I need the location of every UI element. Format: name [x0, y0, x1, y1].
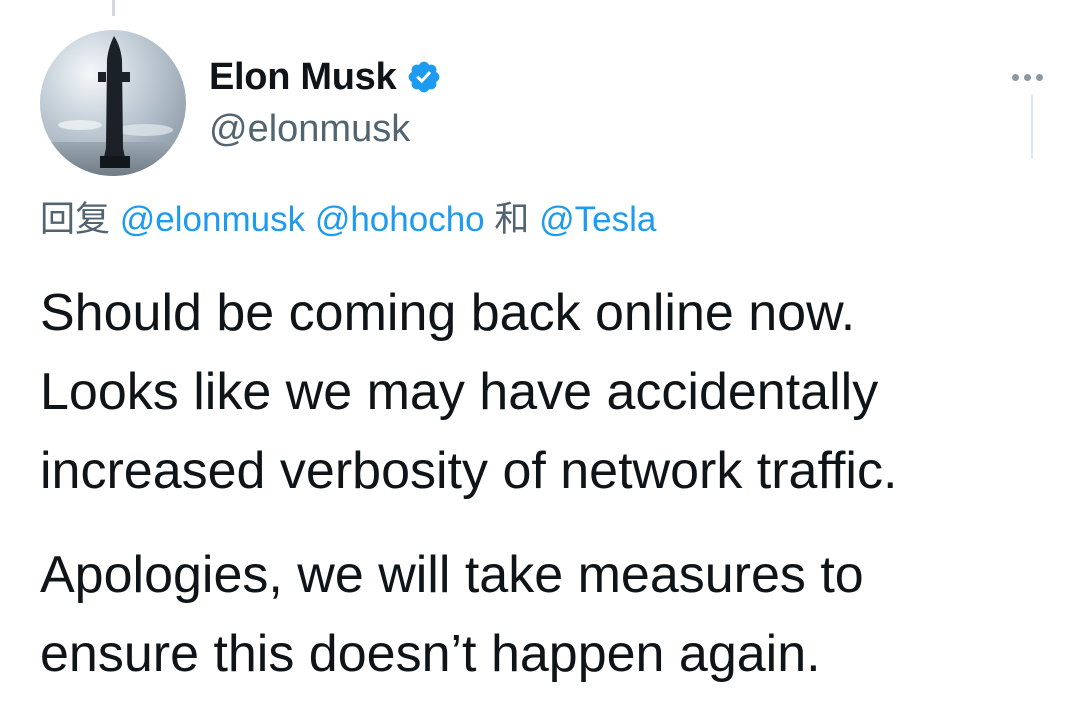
mention-link[interactable]: @Tesla [539, 200, 656, 239]
divider [1031, 95, 1033, 159]
author-display-name[interactable]: Elon Musk [209, 54, 397, 100]
tweet-text: Should be coming back online now. Looks … [40, 274, 1060, 694]
reply-prefix: 回复 [40, 200, 111, 239]
avatar-image [40, 30, 186, 176]
mention-link[interactable]: @hohocho [315, 200, 485, 239]
more-dot [1011, 73, 1019, 81]
more-options-icon[interactable] [1002, 62, 1052, 92]
thread-connector-line [112, 0, 115, 16]
verified-badge-icon [408, 61, 440, 93]
tweet-paragraph: Apologies, we will take measures to ensu… [40, 546, 864, 683]
tweet-paragraph: Should be coming back online now. Looks … [40, 284, 898, 500]
reply-conjunction: 和 [494, 200, 530, 239]
author-name-row: Elon Musk [209, 54, 442, 100]
mention-link[interactable]: @elonmusk [120, 200, 305, 239]
author-handle[interactable]: @elonmusk [209, 106, 410, 152]
replying-to-line: 回复 @elonmusk @hohocho 和 @Tesla [40, 198, 656, 242]
more-dot [1035, 73, 1043, 81]
more-dot [1023, 73, 1031, 81]
avatar[interactable] [40, 30, 186, 176]
